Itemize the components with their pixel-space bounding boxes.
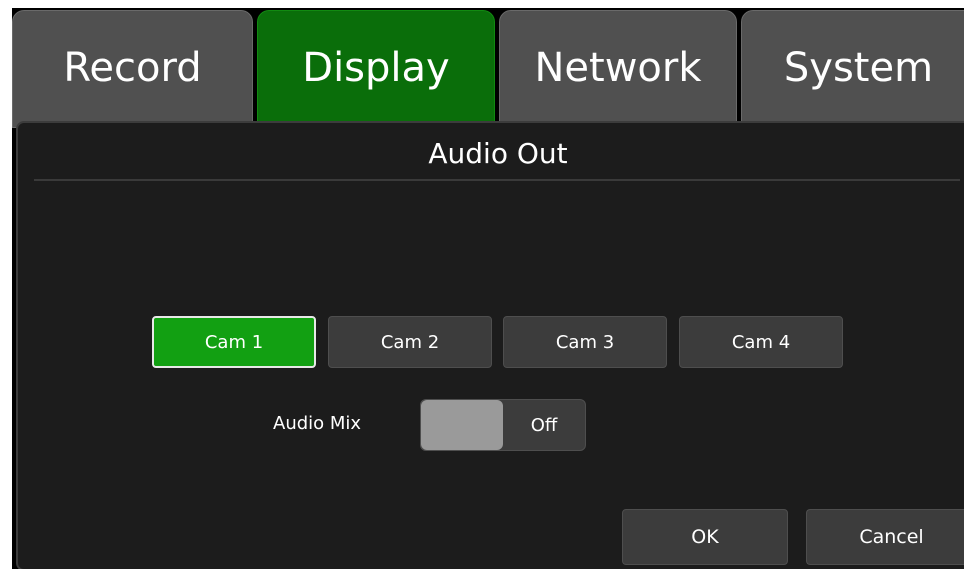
cam-4-label: Cam 4 [731, 331, 791, 353]
cam-1-label: Cam 1 [204, 331, 264, 353]
cancel-button[interactable]: Cancel [806, 509, 964, 565]
audio-mix-state: Off [530, 414, 558, 436]
audio-out-panel: Audio Out Cam 1 Cam 2 Cam 3 Cam 4 Audio … [16, 121, 964, 569]
tab-system-label: System [783, 45, 934, 91]
cam-2-label: Cam 2 [380, 331, 440, 353]
audio-mix-toggle[interactable]: Off [420, 399, 586, 451]
cam-4-button[interactable]: Cam 4 [679, 316, 843, 368]
toggle-knob[interactable] [421, 400, 503, 450]
cam-3-button[interactable]: Cam 3 [503, 316, 667, 368]
title-divider [34, 179, 960, 181]
dvr-screen: Record Display Network System Audio Out … [12, 8, 964, 569]
ok-button[interactable]: OK [622, 509, 788, 565]
audio-mix-label: Audio Mix [273, 413, 362, 434]
cam-1-button[interactable]: Cam 1 [152, 316, 316, 368]
tab-record[interactable]: Record [12, 10, 253, 128]
cam-3-label: Cam 3 [555, 331, 615, 353]
ok-label: OK [691, 526, 719, 548]
panel-title: Audio Out [428, 137, 568, 170]
tab-system[interactable]: System [741, 10, 964, 128]
tab-display-label: Display [302, 45, 450, 91]
cam-2-button[interactable]: Cam 2 [328, 316, 492, 368]
tab-network-label: Network [534, 45, 702, 91]
cancel-label: Cancel [859, 526, 924, 548]
tab-display[interactable]: Display [257, 10, 495, 128]
tab-network[interactable]: Network [499, 10, 737, 128]
tab-record-label: Record [63, 45, 202, 91]
